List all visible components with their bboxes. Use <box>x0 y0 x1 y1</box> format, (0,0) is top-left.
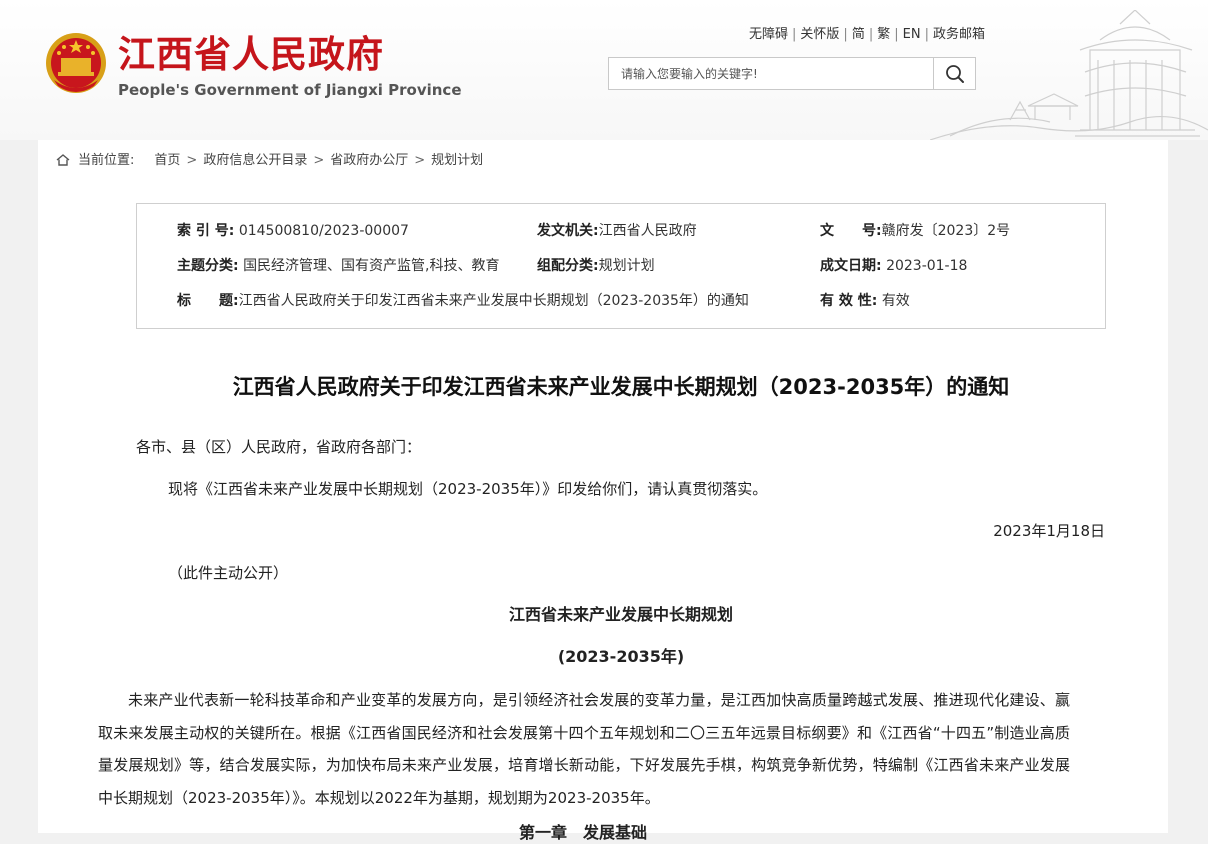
tengwang-pavilion-illustration <box>930 10 1208 140</box>
breadcrumb-info-catalog[interactable]: 政府信息公开目录 <box>203 153 307 168</box>
meta-date: 成文日期: 2023-01-18 <box>820 258 968 274</box>
plan-title: 江西省未来产业发展中长期规划 <box>508 605 733 624</box>
english-link[interactable]: EN <box>903 27 921 42</box>
chevron-right-icon: > <box>186 153 198 168</box>
article-title: 江西省人民政府关于印发江西省未来产业发展中长期规划（2023-2035年）的通知 <box>232 375 1010 399</box>
accessibility-link[interactable]: 无障碍 <box>749 27 788 42</box>
simplified-chinese-link[interactable]: 简 <box>852 27 865 42</box>
breadcrumb-planning[interactable]: 规划计划 <box>431 153 483 168</box>
national-emblem-icon <box>46 33 106 93</box>
chevron-right-icon: > <box>313 153 325 168</box>
meta-docno: 文 号:赣府发〔2023〕2号 <box>820 223 1011 239</box>
search-input[interactable] <box>609 58 935 89</box>
traditional-chinese-link[interactable]: 繁 <box>877 27 890 42</box>
meta-validity: 有 效 性: 有效 <box>820 293 910 309</box>
home-icon <box>56 154 70 166</box>
meta-group: 组配分类:规划计划 <box>537 258 655 274</box>
site-subtitle: People's Government of Jiangxi Province <box>118 81 462 99</box>
site-title: 江西省人民政府 <box>118 33 384 76</box>
site-header: 江西省人民政府 People's Government of Jiangxi P… <box>0 0 1208 140</box>
breadcrumb-general-office[interactable]: 省政府办公厅 <box>330 153 408 168</box>
breadcrumb-home[interactable]: 首页 <box>154 153 180 168</box>
meta-issuer: 发文机关:江西省人民政府 <box>537 223 697 239</box>
meta-title: 标 题:江西省人民政府关于印发江西省未来产业发展中长期规划（2023-2035年… <box>177 293 749 309</box>
chevron-right-icon: > <box>414 153 426 168</box>
plan-period: (2023-2035年) <box>557 647 685 666</box>
plan-intro-paragraph: 未来产业代表新一轮科技革命和产业变革的发展方向，是引领经济社会发展的变革力量，是… <box>98 691 1070 807</box>
issue-date: 2023年1月18日 <box>993 522 1105 540</box>
care-mode-link[interactable]: 关怀版 <box>800 27 839 42</box>
notice-paragraph: 现将《江西省未来产业发展中长期规划（2023-2035年）》印发给你们，请认真贯… <box>168 480 768 498</box>
breadcrumb: 当前位置: 首页 > 政府信息公开目录 > 省政府办公厅 > 规划计划 <box>56 151 483 171</box>
breadcrumb-label: 当前位置: <box>78 153 135 168</box>
salutation: 各市、县（区）人民政府，省政府各部门： <box>136 438 422 456</box>
document-metadata: 索 引 号: 014500810/2023-00007 发文机关:江西省人民政府… <box>136 203 1106 329</box>
meta-index: 索 引 号: 014500810/2023-00007 <box>177 223 409 239</box>
meta-topic: 主题分类: 国民经济管理、国有资产监管,科技、教育 <box>177 258 500 274</box>
search-box <box>608 57 976 90</box>
section-heading: 第一章 发展基础 <box>518 823 647 842</box>
public-note: （此件主动公开） <box>168 564 289 582</box>
